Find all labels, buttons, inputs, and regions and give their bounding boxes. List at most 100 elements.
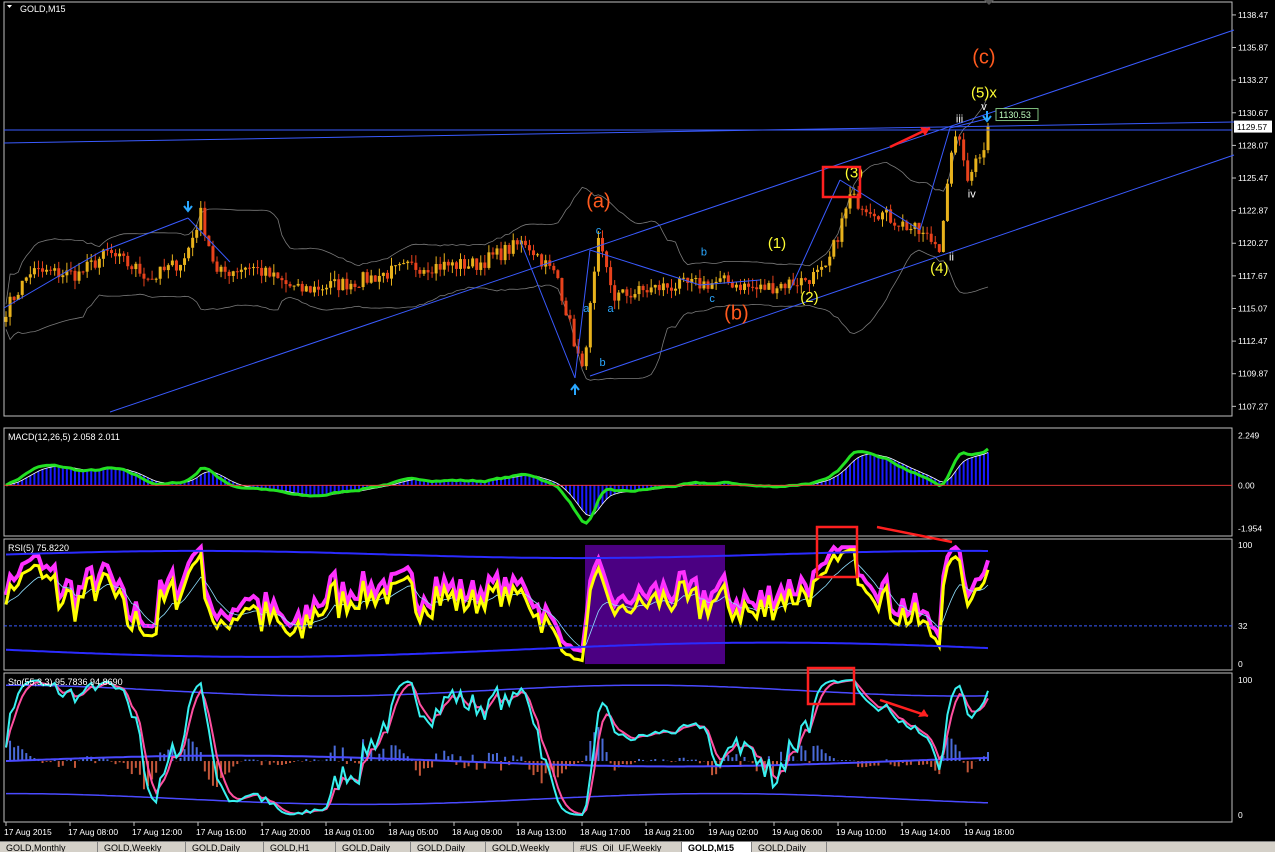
price-tick-label: 1107.27: [1238, 401, 1268, 411]
wave-label: (2): [800, 289, 818, 306]
band-lower: [5, 249, 989, 381]
candle-body: [645, 290, 649, 293]
candle-body: [4, 316, 8, 322]
candle-body: [816, 269, 820, 273]
wave-label: b: [701, 246, 707, 258]
wave-label: (5)x: [971, 84, 997, 101]
candle-body: [726, 275, 730, 283]
candle-body: [130, 266, 134, 270]
candle-body: [694, 277, 698, 279]
candle-body: [398, 264, 402, 266]
candle-body: [288, 284, 292, 287]
candle-body: [166, 265, 170, 271]
candle-body: [235, 271, 239, 273]
band-upper: [5, 95, 989, 305]
trading-chart[interactable]: 1130.53 MACD(12,26,5) 2.058 2.011 RSI(5)…: [0, 0, 1275, 841]
candle-body: [438, 264, 442, 270]
candle-body: [483, 262, 487, 268]
candle-body: [430, 272, 434, 274]
candle-body: [292, 285, 296, 287]
candle-body: [974, 158, 978, 172]
price-tick-label: 1130.67: [1238, 108, 1268, 118]
candle-body: [361, 272, 365, 288]
time-tick-label: 19 Aug 06:00: [772, 827, 822, 837]
candle-body: [698, 277, 702, 289]
candle-body: [385, 272, 389, 279]
candle-body: [783, 283, 787, 289]
candle-body: [329, 281, 333, 288]
time-tick-label: 18 Aug 09:00: [452, 827, 502, 837]
annotations: (a)(b)(c)(1)(2)(3)(4)(5)xa abcbciiiiiivv: [583, 46, 997, 368]
candle-body: [69, 270, 73, 272]
candle-body: [807, 280, 811, 284]
trendline: [589, 154, 1235, 377]
candle-body: [97, 258, 101, 268]
candle-body: [560, 278, 564, 301]
candle-body: [747, 283, 751, 287]
candle-body: [321, 289, 325, 291]
wave-label: (a): [586, 191, 610, 213]
candle-body: [511, 240, 515, 254]
wave-label: a: [583, 303, 590, 315]
candle-body: [170, 260, 174, 266]
candle-body: [820, 266, 824, 270]
candle-body: [349, 283, 353, 290]
candle-body: [613, 285, 617, 301]
candle-body: [195, 229, 199, 238]
candle-body: [674, 288, 678, 291]
trendline: [839, 179, 921, 231]
candle-body: [925, 232, 929, 234]
candle-body: [373, 275, 377, 282]
candle-body: [414, 262, 418, 270]
candle-body: [653, 284, 657, 288]
price-tick-label: 1135.87: [1238, 43, 1268, 53]
candle-body: [572, 318, 576, 347]
macd-title: MACD(12,26,5) 2.058 2.011: [8, 432, 120, 442]
candle-body: [584, 347, 588, 367]
candle-body: [828, 256, 832, 266]
candle-body: [337, 279, 341, 291]
candle-body: [552, 265, 556, 271]
stoch-tick-label: 100: [1238, 675, 1252, 685]
candle-body: [304, 286, 308, 292]
candle-body: [471, 258, 475, 267]
candle-body: [231, 271, 235, 276]
wave-label: v: [981, 101, 987, 113]
candle-body: [110, 250, 114, 254]
candle-body: [454, 262, 458, 269]
candle-body: [300, 283, 304, 292]
candle-body: [495, 248, 499, 255]
candle-body: [852, 193, 856, 195]
candle-body: [901, 221, 905, 227]
candle-body: [491, 252, 495, 255]
trendline: [919, 127, 951, 231]
time-tick-label: 17 Aug 12:00: [132, 827, 182, 837]
price-tick-label: 1122.87: [1238, 206, 1268, 216]
chart-menu-triangle-icon[interactable]: [7, 5, 12, 8]
candle-body: [475, 258, 479, 270]
price-tick-label: 1138.47: [1238, 10, 1268, 20]
chart-symbol-label: GOLD,M15: [20, 4, 66, 14]
candle-body: [316, 286, 320, 290]
candle-body: [345, 278, 349, 290]
price-tick-label: 1128.07: [1238, 140, 1268, 150]
candle-body: [146, 278, 150, 280]
time-tick-label: 17 Aug 2015: [4, 827, 52, 837]
candle-body: [268, 267, 272, 277]
candle-body: [487, 252, 491, 268]
wave-label: (b): [724, 302, 748, 324]
candle-body: [893, 222, 897, 226]
candle-body: [223, 266, 227, 272]
candle-body: [787, 279, 791, 289]
time-tick-label: 17 Aug 20:00: [260, 827, 310, 837]
candle-body: [353, 283, 357, 287]
candle-body: [284, 280, 288, 285]
fractal-arrow-icon: [183, 201, 193, 213]
candle-body: [203, 207, 207, 236]
price-tick-label: 1112.47: [1238, 336, 1268, 346]
stoch-signal-line: [5, 679, 989, 816]
candle-body: [85, 261, 89, 272]
candle-body: [605, 251, 609, 268]
time-tick-label: 19 Aug 02:00: [708, 827, 758, 837]
candle-body: [357, 286, 361, 288]
